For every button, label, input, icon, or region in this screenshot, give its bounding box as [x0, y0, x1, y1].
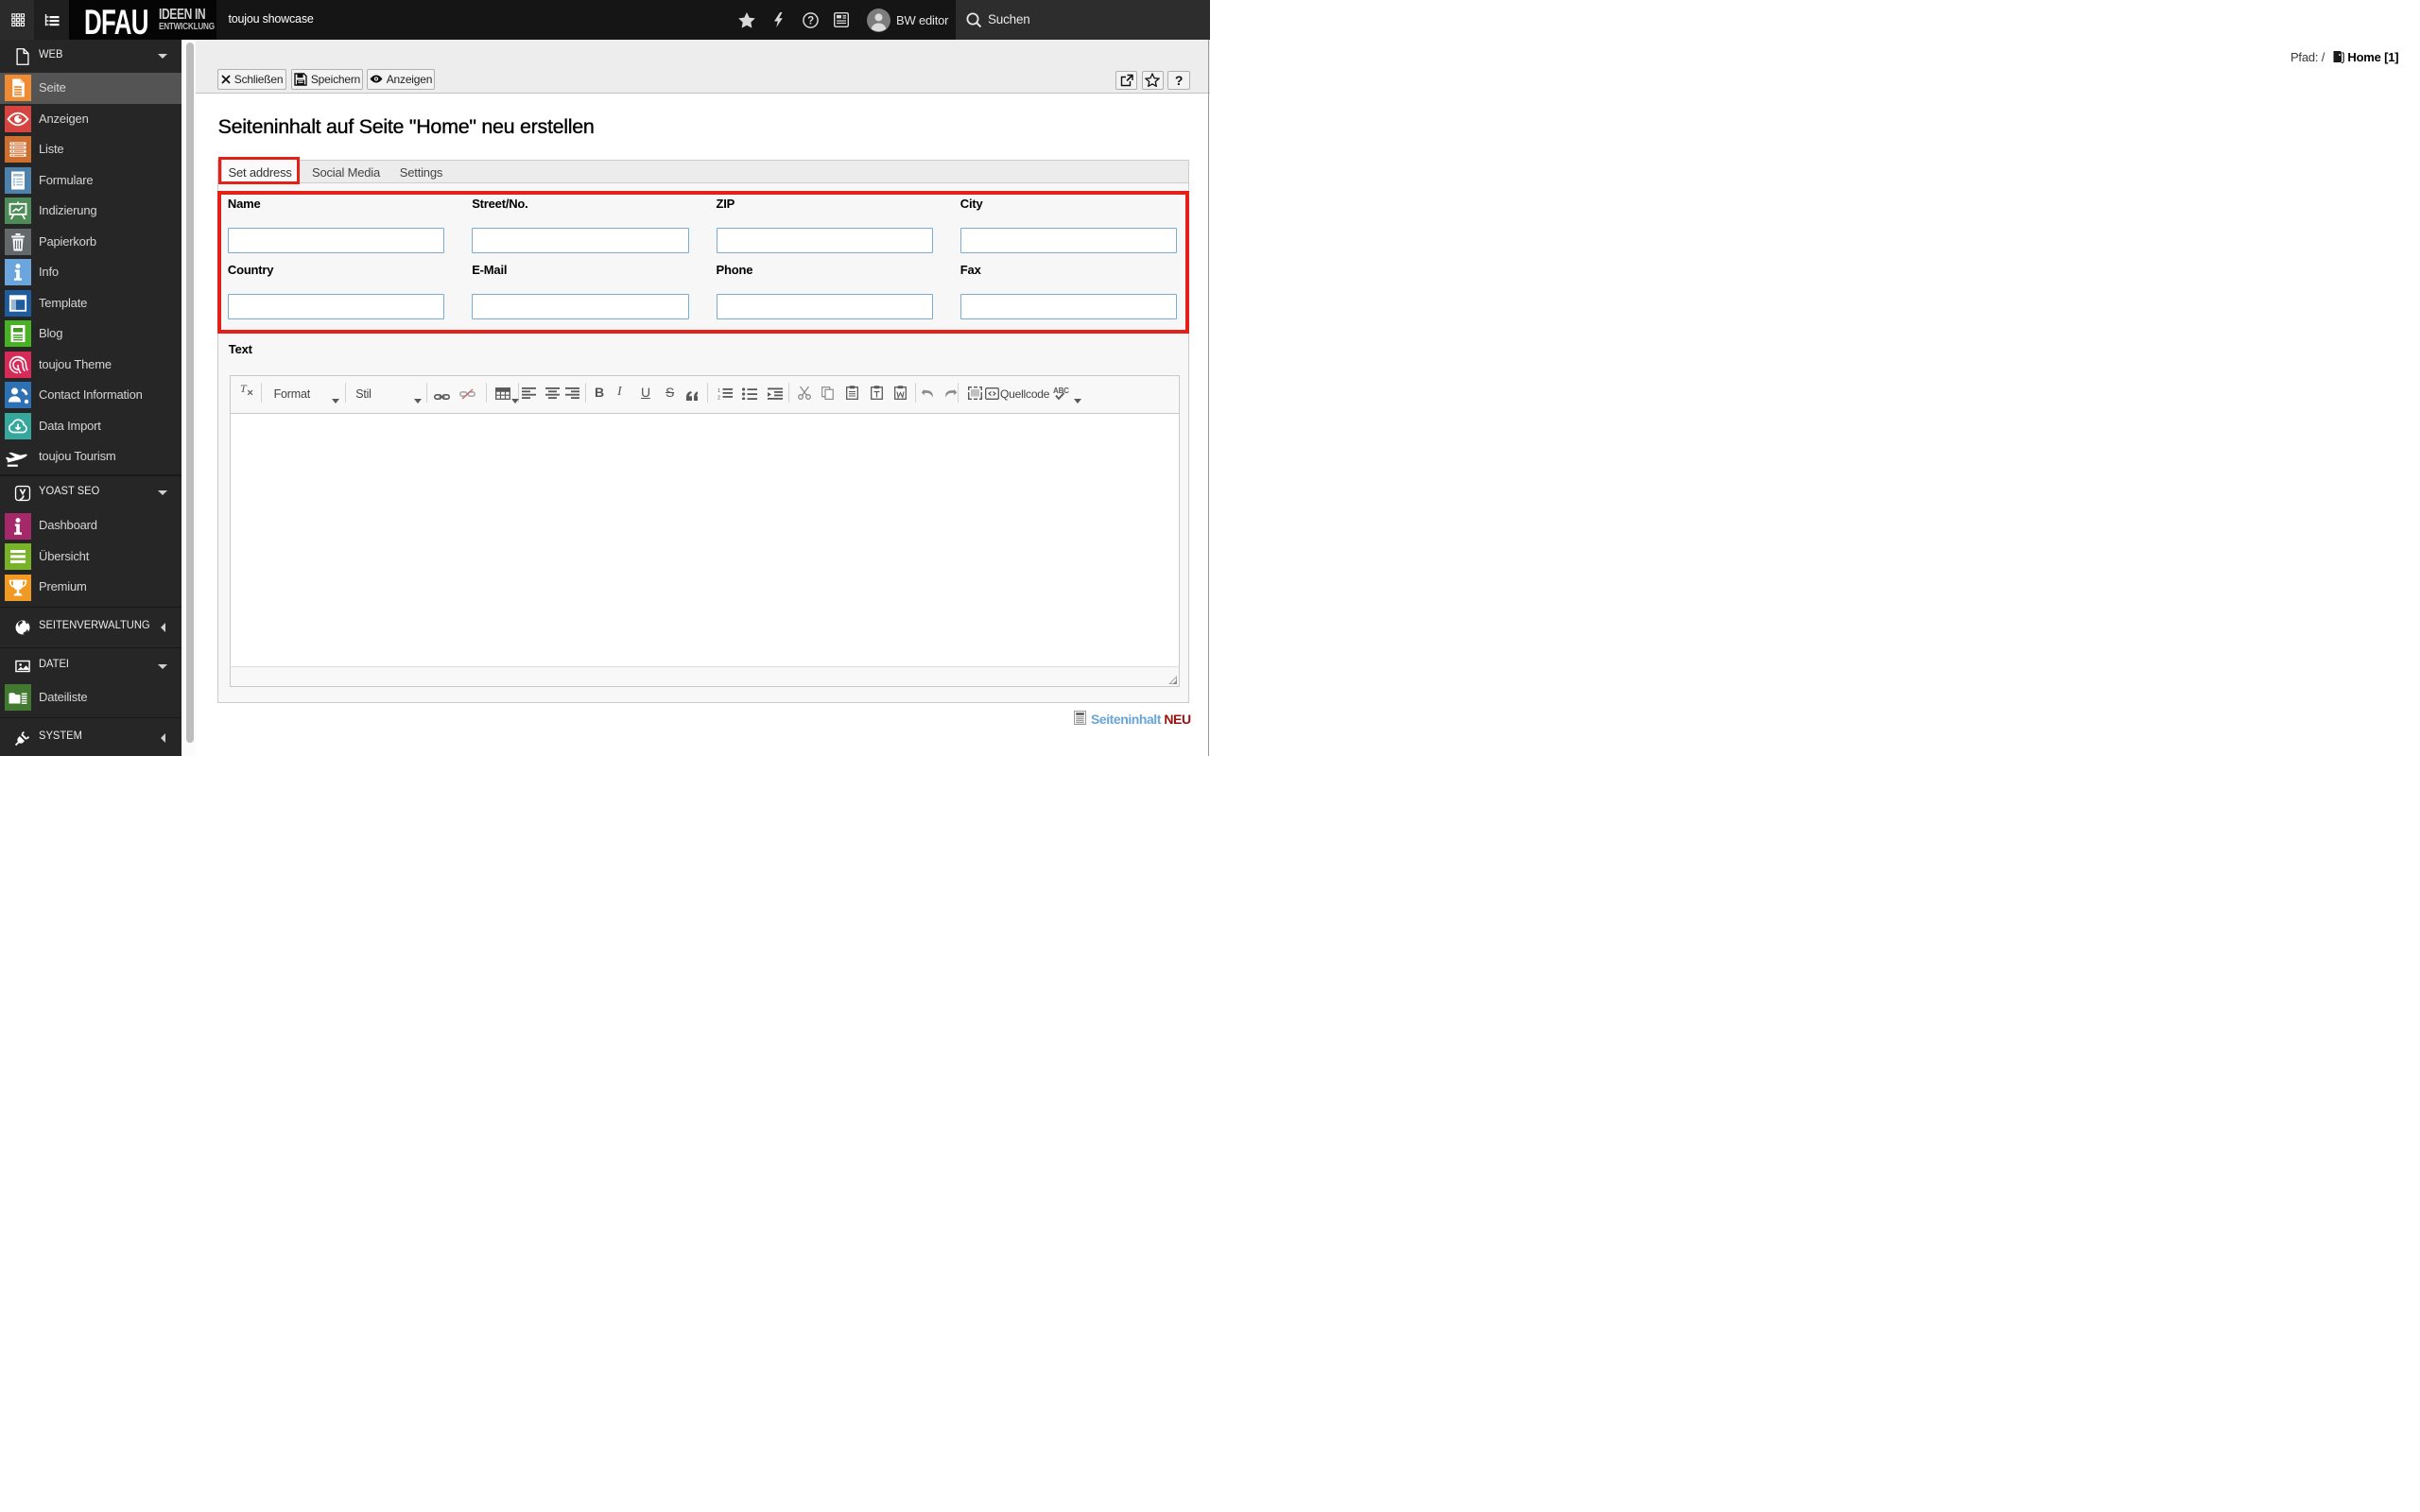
svg-text:1: 1	[717, 388, 720, 394]
svg-text:ABC: ABC	[1053, 387, 1069, 395]
svg-text:T: T	[240, 383, 248, 395]
svg-text:?: ?	[807, 15, 814, 26]
svg-text:2: 2	[717, 396, 720, 401]
